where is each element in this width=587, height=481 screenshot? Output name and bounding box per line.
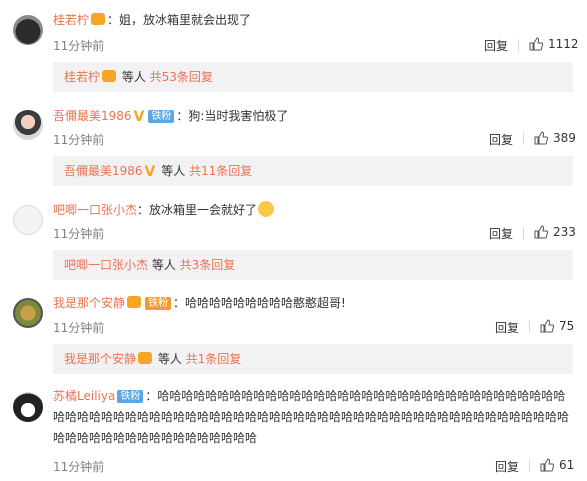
divider [518, 39, 519, 51]
verified-v-icon: V [144, 164, 156, 180]
thumbs-up-icon[interactable] [529, 37, 543, 51]
avatar[interactable] [13, 15, 43, 45]
thumbs-up-icon[interactable] [540, 458, 554, 472]
thumbs-up-icon[interactable] [534, 225, 548, 239]
sub-reply-mid: 等人 [157, 164, 190, 178]
like-count: 233 [553, 225, 576, 239]
like-count: 389 [553, 131, 576, 145]
comment-text: ：哈哈哈哈哈哈哈哈哈憨憨超哥! [173, 296, 346, 310]
sub-reply-mid: 等人 [118, 70, 150, 84]
sub-reply-user[interactable]: 我是那个安静 [64, 352, 136, 366]
username[interactable]: 吾儞最美1986 [53, 109, 132, 123]
view-replies-link[interactable]: 共3条回复 [180, 258, 236, 272]
avatar[interactable] [13, 110, 43, 140]
fan-badge: 铁粉 [117, 390, 144, 403]
timestamp: 11分钟前 [53, 133, 105, 147]
view-replies-link[interactable]: 共11条回复 [189, 164, 252, 178]
reply-button[interactable]: 回复 [495, 458, 519, 475]
timestamp: 11分钟前 [53, 460, 105, 474]
sub-replies-bar[interactable]: 吧唧一口张小杰 等人 共3条回复 [53, 250, 573, 280]
view-replies-link[interactable]: 共53条回复 [150, 70, 213, 84]
username[interactable]: 我是那个安静 [53, 296, 125, 310]
avatar[interactable] [13, 392, 43, 422]
reply-button[interactable]: 回复 [489, 131, 513, 148]
view-replies-link[interactable]: 共1条回复 [186, 352, 242, 366]
sub-reply-user[interactable]: 吧唧一口张小杰 [64, 258, 148, 272]
fan-badge: 铁粉 [145, 297, 172, 310]
username[interactable]: 吧唧一口张小杰 [53, 203, 137, 217]
reply-button[interactable]: 回复 [484, 37, 508, 54]
divider [523, 227, 524, 239]
sub-reply-user[interactable]: 桂若柠 [64, 70, 100, 84]
crown-badge-icon [91, 13, 106, 25]
sub-reply-mid: 等人 [148, 258, 180, 272]
username[interactable]: 苏橘Leiliya [53, 389, 115, 403]
like-count: 61 [559, 458, 575, 472]
sub-replies-bar[interactable]: 吾儞最美1986 V 等人 共11条回复 [53, 156, 573, 186]
crown-badge-icon [127, 296, 142, 308]
sub-replies-bar[interactable]: 我是那个安静 等人 共1条回复 [53, 344, 573, 374]
timestamp: 11分钟前 [53, 39, 105, 53]
timestamp: 11分钟前 [53, 227, 105, 241]
sub-replies-bar[interactable]: 桂若柠 等人 共53条回复 [53, 62, 573, 92]
crown-badge-icon [102, 70, 117, 82]
like-count: 75 [559, 319, 575, 333]
divider [529, 460, 530, 472]
reply-button[interactable]: 回复 [495, 319, 519, 336]
sub-reply-mid: 等人 [154, 352, 186, 366]
comment-text: ：姐，放冰箱里就会出现了 [107, 13, 252, 27]
reply-button[interactable]: 回复 [489, 225, 513, 242]
fan-badge: 铁粉 [148, 110, 175, 123]
divider [523, 133, 524, 145]
comment-text: ：放冰箱里一会就好了 [137, 203, 258, 217]
thumbs-up-icon[interactable] [534, 131, 548, 145]
thumbs-up-icon[interactable] [540, 319, 554, 333]
divider [529, 321, 530, 333]
timestamp: 11分钟前 [53, 321, 105, 335]
smiling-face-emoji [258, 201, 275, 217]
like-count: 1112 [548, 37, 579, 51]
crown-badge-icon [138, 352, 153, 364]
username[interactable]: 桂若柠 [53, 13, 89, 27]
verified-v-icon: V [133, 109, 145, 125]
avatar[interactable] [13, 298, 43, 328]
sub-reply-user[interactable]: 吾儞最美1986 [64, 164, 143, 178]
avatar[interactable] [13, 205, 43, 235]
comment-text: ：狗:当时我害怕极了 [176, 109, 289, 123]
